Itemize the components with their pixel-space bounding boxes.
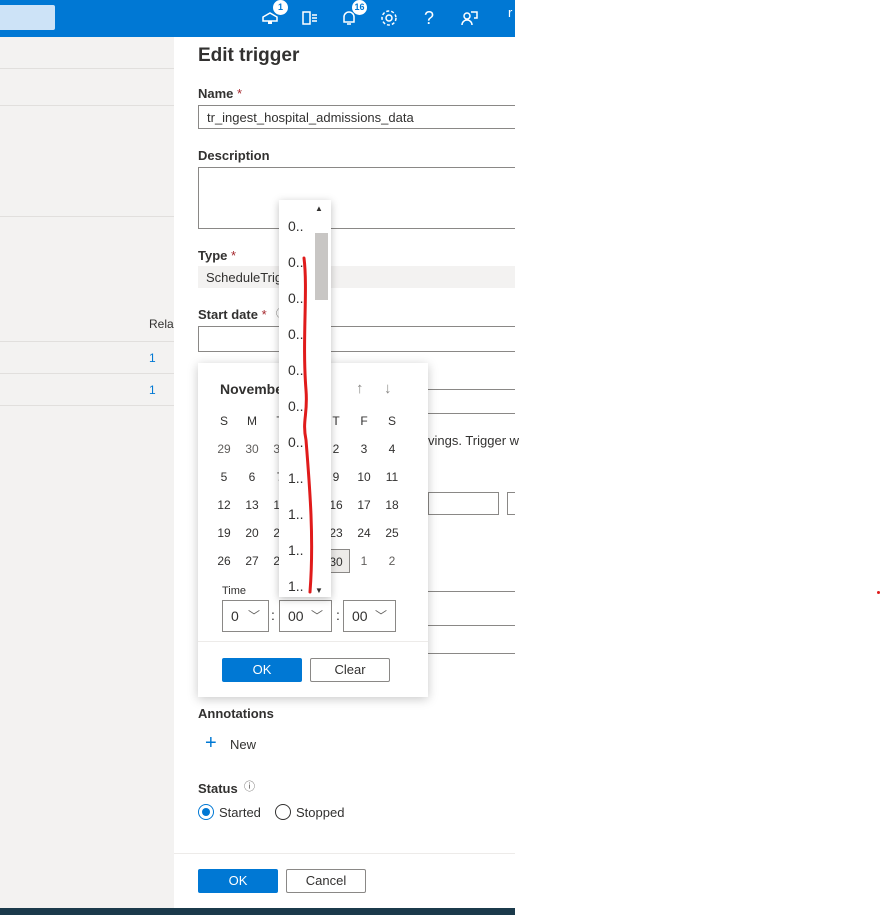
calendar-day[interactable]: 29 (210, 437, 238, 461)
field-underline (428, 591, 515, 592)
footer-divider (174, 853, 515, 854)
calendar-day[interactable]: 10 (350, 465, 378, 489)
calendar-day[interactable]: 2 (378, 549, 406, 573)
started-radio-label[interactable]: Started (219, 805, 261, 820)
cancel-button[interactable]: Cancel (286, 869, 366, 893)
calendar-day[interactable]: 27 (238, 549, 266, 573)
recurrence-unit-select[interactable] (507, 492, 515, 515)
calendar-day[interactable]: 4 (378, 437, 406, 461)
scroll-up-arrow-icon[interactable]: ▲ (315, 204, 323, 213)
arrow-up-icon[interactable]: ↑ (356, 380, 364, 397)
related-count[interactable]: 1 (149, 383, 156, 397)
field-underline (428, 413, 515, 414)
divider (0, 341, 174, 342)
weekday-header: S (387, 414, 396, 428)
annotations-label: Annotations (198, 706, 274, 721)
calendar-day[interactable]: 24 (350, 521, 378, 545)
second-select[interactable]: 00 ﹀ (343, 600, 396, 632)
field-underline (428, 653, 515, 654)
calendar-day[interactable]: 13 (238, 493, 266, 517)
chevron-down-icon: ﹀ (310, 609, 323, 623)
start-date-label: Start date * (198, 307, 267, 322)
calendar-day[interactable]: 5 (210, 465, 238, 489)
timezone-note: vings. Trigger w (428, 433, 520, 448)
type-field: ScheduleTrig (198, 266, 515, 288)
status-label: Status (198, 781, 238, 796)
bell-icon[interactable]: 16 (337, 0, 367, 30)
red-annotation-stroke (302, 256, 314, 594)
recurrence-interval-input[interactable] (428, 492, 499, 515)
panel-title: Edit trigger (198, 45, 300, 66)
bottom-bar (0, 908, 515, 915)
red-dot (877, 591, 880, 594)
background-pane (0, 37, 174, 908)
new-annotation-button[interactable]: New (230, 737, 256, 752)
type-label: Type * (198, 248, 237, 263)
chevron-down-icon: ﹀ (374, 609, 387, 623)
calendar-month-label[interactable]: Novembe (220, 381, 283, 397)
field-underline (428, 625, 515, 626)
time-label: Time (222, 585, 247, 597)
feedback-icon[interactable] (457, 6, 481, 30)
time-separator: : (336, 607, 340, 623)
chevron-down-icon: ﹀ (247, 609, 260, 623)
name-label: Name * (198, 86, 243, 101)
calendar-clear-button[interactable]: Clear (310, 658, 390, 682)
global-search-box[interactable] (0, 5, 55, 30)
calendar-day[interactable]: 18 (378, 493, 406, 517)
calendar-ok-button[interactable]: OK (222, 658, 302, 682)
calendar-day[interactable]: 19 (210, 521, 238, 545)
calendar-day[interactable]: 1 (350, 549, 378, 573)
related-count[interactable]: 1 (149, 351, 156, 365)
calendar-day[interactable]: 12 (210, 493, 238, 517)
help-icon[interactable]: ? (417, 6, 441, 30)
directory-switch-icon[interactable] (298, 6, 322, 30)
column-header-related: Rela (149, 317, 174, 331)
hour-select[interactable]: 0 ﹀ (222, 600, 269, 632)
divider (0, 105, 174, 106)
description-textarea[interactable] (198, 167, 515, 229)
calendar-day[interactable]: 17 (350, 493, 378, 517)
weekday-header: M (247, 414, 257, 428)
time-separator: : (271, 607, 275, 623)
notification-badge: 1 (273, 0, 288, 15)
hour-option[interactable]: 0.. (288, 218, 304, 234)
calendar-day[interactable]: 3 (350, 437, 378, 461)
plus-icon[interactable]: + (205, 733, 217, 753)
info-icon[interactable]: ⓘ (244, 778, 255, 794)
calendar-day[interactable]: 30 (238, 437, 266, 461)
calendar-footer-divider (198, 641, 428, 642)
started-radio[interactable] (198, 804, 214, 820)
alerts-badge: 16 (352, 0, 367, 15)
notifications-feedback-icon[interactable]: 1 (258, 0, 288, 30)
divider (0, 373, 174, 374)
divider (0, 405, 174, 406)
minute-select[interactable]: 00 ﹀ (279, 600, 332, 632)
user-initial[interactable]: r (508, 5, 512, 20)
name-input[interactable]: tr_ingest_hospital_admissions_data (198, 105, 515, 129)
field-underline (428, 389, 515, 390)
description-label: Description (198, 148, 270, 163)
divider (0, 68, 174, 69)
calendar-day[interactable]: 25 (378, 521, 406, 545)
calendar-day[interactable]: 20 (238, 521, 266, 545)
arrow-down-icon[interactable]: ↓ (384, 380, 392, 397)
weekday-header: F (360, 414, 368, 428)
stopped-radio[interactable] (275, 804, 291, 820)
divider (0, 216, 174, 217)
calendar-day[interactable]: 26 (210, 549, 238, 573)
ok-button[interactable]: OK (198, 869, 278, 893)
weekday-header: S (219, 414, 228, 428)
gear-icon[interactable] (377, 6, 401, 30)
calendar-day[interactable]: 11 (378, 465, 406, 489)
stopped-radio-label[interactable]: Stopped (296, 805, 344, 820)
calendar-day[interactable]: 6 (238, 465, 266, 489)
start-date-input[interactable] (198, 326, 515, 352)
